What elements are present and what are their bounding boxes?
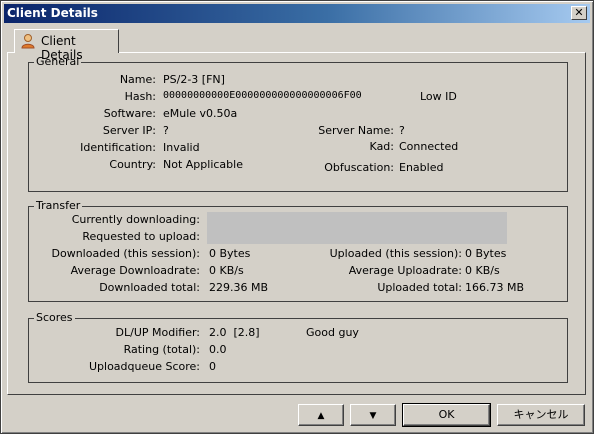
currently-downloading-field <box>207 212 507 228</box>
cancel-label: キャンセル <box>513 408 569 421</box>
previous-button[interactable]: ▲ <box>298 404 344 426</box>
requested-to-upload-field <box>207 228 507 244</box>
downloaded-session-value: 0 Bytes <box>209 247 251 260</box>
modifier-value: 2.0 [2.8] <box>209 326 260 339</box>
tab-label: Client Details <box>41 34 83 62</box>
software-label: Software: <box>103 107 156 120</box>
uploaded-total-value: 166.73 MB <box>465 281 525 294</box>
software-value: eMule v0.50a <box>163 107 238 120</box>
rating-note: Good guy <box>306 326 359 339</box>
uploaded-session-label: Uploaded (this session): <box>329 247 462 260</box>
uploaded-total-label: Uploaded total: <box>377 281 462 294</box>
up-arrow-icon: ▲ <box>317 411 325 421</box>
identification-label: Identification: <box>80 141 156 154</box>
avg-downloadrate-value: 0 KB/s <box>209 264 244 277</box>
downloaded-total-value: 229.36 MB <box>209 281 269 294</box>
scores-group: Scores <box>28 311 568 383</box>
down-arrow-icon: ▼ <box>369 411 377 421</box>
close-button[interactable]: ✕ <box>571 6 587 20</box>
scores-legend: Scores <box>34 311 75 324</box>
modifier-label: DL/UP Modifier: <box>115 326 200 339</box>
window-title: Client Details <box>7 6 98 20</box>
avg-downloadrate-label: Average Downloadrate: <box>70 264 200 277</box>
transfer-legend: Transfer <box>34 199 83 212</box>
kad-value: Connected <box>399 140 459 153</box>
rating-value: 0.0 <box>209 343 227 356</box>
hash-value: 00000000000E000000000000000006F00 <box>163 90 362 101</box>
close-icon: ✕ <box>574 6 584 19</box>
hash-label: Hash: <box>124 90 156 103</box>
uploaded-session-value: 0 Bytes <box>465 247 507 260</box>
avg-uploadrate-value: 0 KB/s <box>465 264 500 277</box>
tab-client-details[interactable]: Client Details <box>14 29 119 62</box>
name-label: Name: <box>119 73 156 86</box>
user-icon <box>21 34 35 49</box>
server-ip-label: Server IP: <box>102 124 156 137</box>
country-value: Not Applicable <box>163 158 243 171</box>
downloaded-session-label: Downloaded (this session): <box>51 247 201 260</box>
tab-panel: General Name: PS/2-3 [FN] Hash: 00000000… <box>7 52 586 395</box>
title-bar: Client Details ✕ <box>4 4 590 23</box>
uploadqueue-score-label: Uploadqueue Score: <box>88 360 200 373</box>
country-label: Country: <box>109 158 156 171</box>
currently-downloading-label: Currently downloading: <box>71 213 200 226</box>
kad-label: Kad: <box>369 140 394 153</box>
uploadqueue-score-value: 0 <box>209 360 216 373</box>
next-button[interactable]: ▼ <box>350 404 396 426</box>
server-ip-value: ? <box>163 124 169 137</box>
client-details-window: Client Details ✕ Client Details General … <box>0 0 594 434</box>
rating-label: Rating (total): <box>123 343 200 356</box>
id-status: Low ID <box>420 90 457 103</box>
ok-button[interactable]: OK <box>402 403 491 427</box>
ok-label: OK <box>438 408 455 421</box>
identification-value: Invalid <box>163 141 200 154</box>
name-value: PS/2-3 [FN] <box>163 73 225 86</box>
server-name-value: ? <box>399 124 405 137</box>
obfuscation-label: Obfuscation: <box>324 161 394 174</box>
server-name-label: Server Name: <box>318 124 394 137</box>
obfuscation-value: Enabled <box>399 161 444 174</box>
cancel-button[interactable]: キャンセル <box>497 404 585 426</box>
downloaded-total-label: Downloaded total: <box>99 281 200 294</box>
avg-uploadrate-label: Average Uploadrate: <box>348 264 462 277</box>
requested-to-upload-label: Requested to upload: <box>82 230 200 243</box>
